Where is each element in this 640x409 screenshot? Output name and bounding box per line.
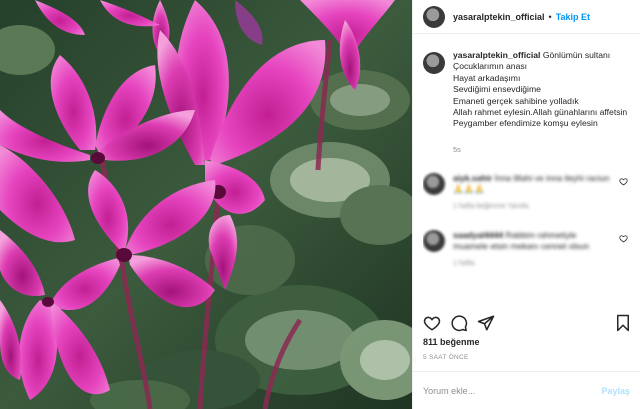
caption-line: Allah rahmet eylesin.Allah günahlarını a… bbox=[453, 107, 628, 129]
instagram-post: yasaralptekin_official • Takip Et yasara… bbox=[0, 0, 640, 409]
comment-meta[interactable]: 1 hafta beğenme Yanıtla bbox=[453, 201, 613, 212]
comment-heart-icon[interactable] bbox=[619, 177, 628, 186]
likes-count[interactable]: 811 beğenme bbox=[423, 337, 480, 347]
avatar-icon[interactable] bbox=[423, 230, 445, 253]
post-header: yasaralptekin_official • Takip Et bbox=[413, 0, 640, 34]
comment-meta[interactable]: 1 hafta bbox=[453, 258, 613, 269]
caption-line: Sevdiğimi ensevdiğime bbox=[453, 84, 541, 95]
comment-item: saadyal4444 Rabbim rahmetiyle muamele et… bbox=[423, 230, 632, 269]
posted-time[interactable]: 5 SAAT ÖNCE bbox=[423, 354, 469, 361]
comment-username[interactable]: saadyal4444 bbox=[453, 230, 503, 240]
caption-line: Gönlümün sultanı bbox=[542, 50, 611, 60]
avatar-icon[interactable] bbox=[423, 52, 445, 74]
comment-body: saadyal4444 Rabbim rahmetiyle muamele et… bbox=[453, 230, 613, 269]
post-image[interactable] bbox=[0, 0, 412, 409]
caption-line: Hayat arkadaşımı bbox=[453, 72, 521, 83]
heart-icon[interactable] bbox=[423, 314, 441, 332]
caption-timestamp[interactable]: 5s bbox=[453, 144, 632, 155]
comments-section[interactable]: yasaralptekin_official Gönlümün sultanı … bbox=[423, 50, 632, 298]
action-bar bbox=[423, 312, 632, 334]
post-sidebar: yasaralptekin_official • Takip Et yasara… bbox=[412, 0, 640, 409]
separator-dot: • bbox=[548, 11, 552, 22]
caption-body: yasaralptekin_official Gönlümün sultanı … bbox=[453, 50, 632, 155]
comment-input[interactable] bbox=[423, 385, 602, 396]
add-comment-bar: Paylaş bbox=[413, 371, 640, 409]
bookmark-icon[interactable] bbox=[614, 314, 632, 332]
comment-heart-icon[interactable] bbox=[619, 234, 628, 243]
comment-bubble-icon[interactable] bbox=[450, 314, 468, 332]
avatar-icon[interactable] bbox=[423, 5, 445, 28]
follow-button[interactable]: Takip Et bbox=[556, 12, 590, 22]
comment-body: aiyk.sahir İnna lillahi ve inna ileyhi r… bbox=[453, 173, 613, 212]
comment-username[interactable]: aiyk.sahir bbox=[453, 173, 492, 183]
caption: yasaralptekin_official Gönlümün sultanı … bbox=[423, 50, 632, 155]
caption-username[interactable]: yasaralptekin_official bbox=[453, 50, 540, 60]
share-button[interactable]: Paylaş bbox=[601, 386, 630, 396]
caption-line: Emaneti gerçek sahibine yolladık bbox=[453, 95, 579, 106]
paper-plane-icon[interactable] bbox=[477, 314, 495, 332]
cyclamen-flowers-photo bbox=[0, 0, 412, 409]
comment-item: aiyk.sahir İnna lillahi ve inna ileyhi r… bbox=[423, 173, 632, 212]
avatar-icon[interactable] bbox=[423, 173, 445, 196]
caption-line: Çocuklarımın anası bbox=[453, 61, 528, 72]
header-username[interactable]: yasaralptekin_official bbox=[453, 12, 545, 22]
